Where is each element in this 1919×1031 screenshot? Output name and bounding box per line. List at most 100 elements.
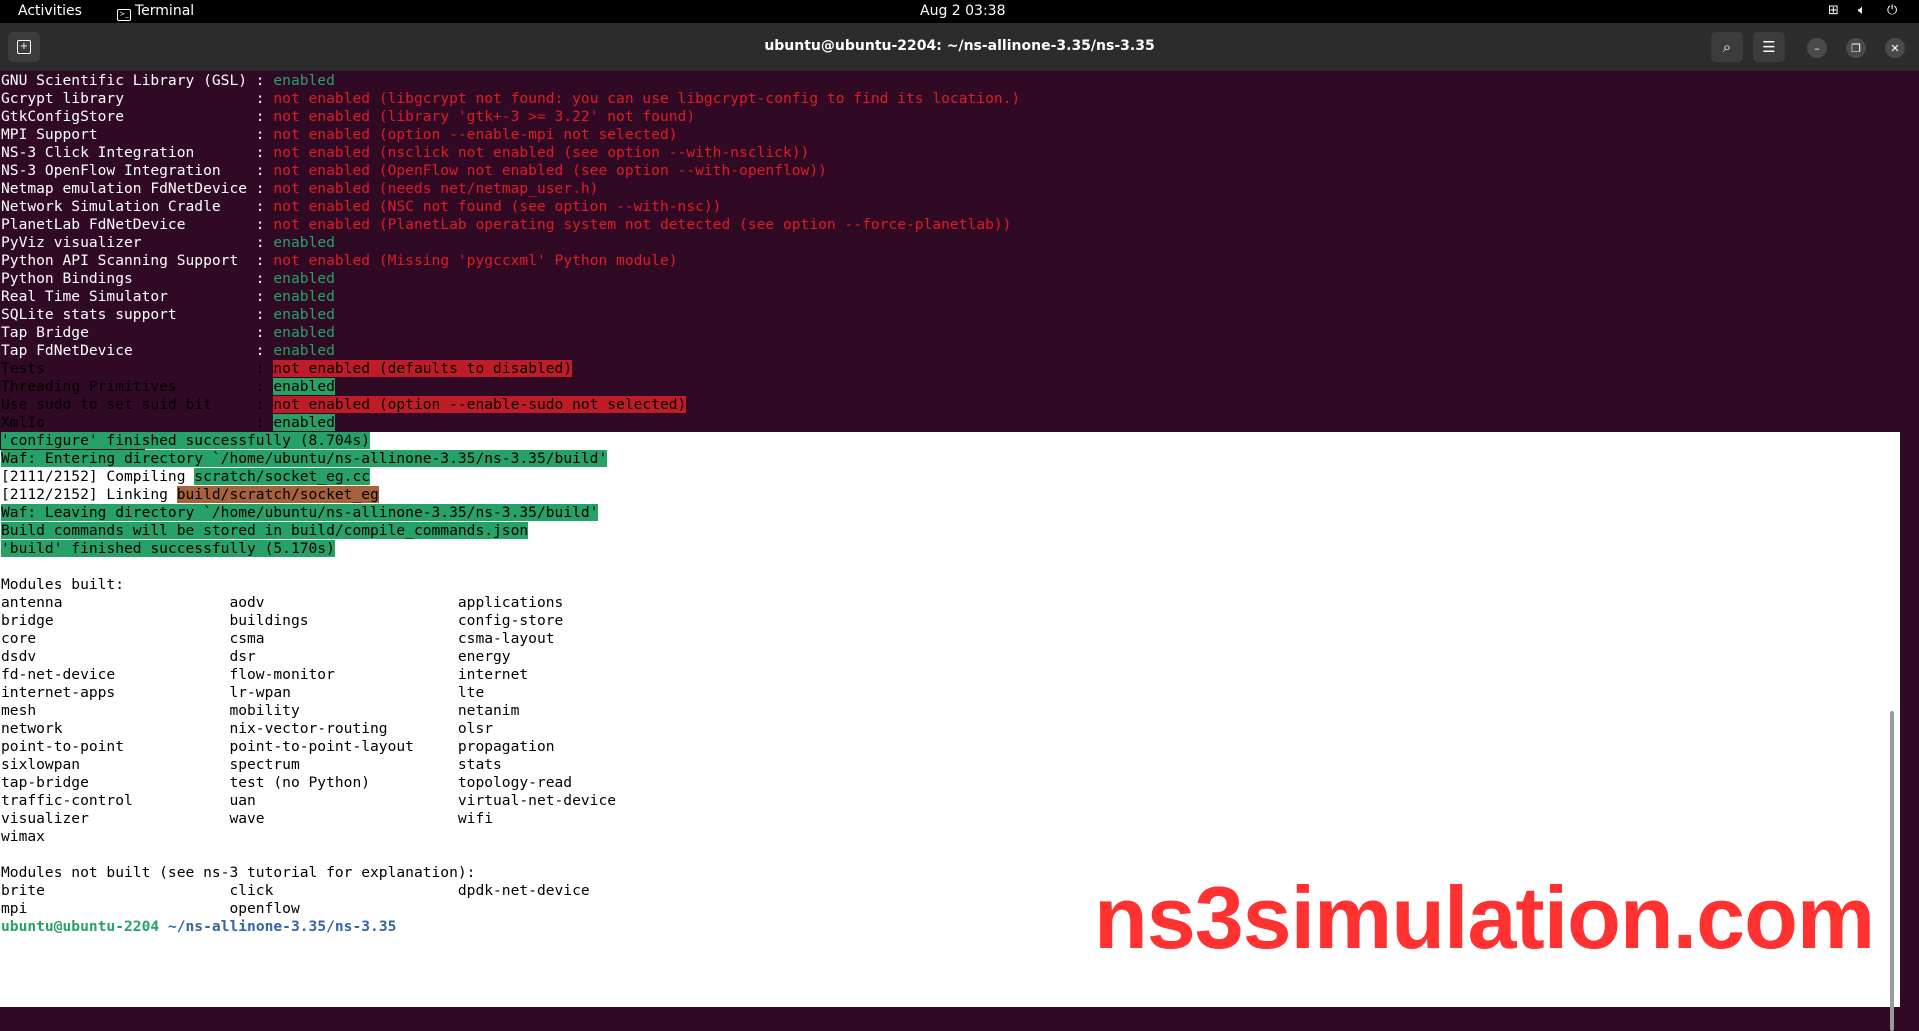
minimize-button[interactable]: – — [1807, 38, 1827, 58]
menu-button[interactable]: ☰ — [1753, 32, 1785, 62]
module-name: brite — [1, 882, 45, 899]
volume-icon[interactable]: 🔈︎ — [1858, 3, 1866, 18]
module-name: aodv — [229, 594, 265, 611]
config-label: GNU Scientific Library (GSL) — [1, 72, 248, 89]
config-label: PlanetLab FdNetDevice — [1, 216, 186, 233]
module-name: wimax — [1, 828, 45, 845]
config-label: Gcrypt library — [1, 90, 125, 107]
module-name: openflow — [229, 900, 300, 917]
config-label: MPI Support — [1, 126, 98, 143]
module-name: traffic-control — [1, 792, 133, 809]
config-line: XmlIo : enabled — [1, 414, 335, 432]
module-row: sixlowpan spectrum stats — [1, 756, 502, 774]
module-row: point-to-point point-to-point-layout propa… — [1, 738, 555, 756]
config-line: Network Simulation Cradle : not enabled … — [1, 198, 721, 216]
terminal-output[interactable]: GNU Scientific Library (GSL) : enabled Gc… — [0, 71, 1900, 1031]
module-row: antenna aodv applications — [1, 594, 563, 612]
config-line: Tap Bridge : enabled — [1, 324, 335, 342]
config-label: NS-3 Click Integration — [1, 144, 195, 161]
prompt-symbol: $ — [396, 918, 406, 935]
terminal-app-menu[interactable]: >_ Terminal — [117, 3, 194, 21]
module-name: core — [1, 630, 37, 647]
config-label: Real Time Simulator — [1, 288, 168, 305]
config-status: enabled — [273, 72, 335, 89]
modules-not-built-heading: Modules not built (see ns-3 tutorial for… — [1, 864, 475, 882]
config-status: not enabled (NSC not found (see option -… — [273, 198, 722, 215]
module-name: virtual-net-device — [457, 792, 617, 809]
config-separator: : — [132, 342, 274, 359]
config-status: enabled — [273, 378, 335, 395]
clock[interactable]: Aug 2 03:38 — [920, 3, 1006, 19]
config-line: Tests : not enabled (defaults to disable… — [1, 360, 573, 378]
config-line: GNU Scientific Library (GSL) : enabled — [1, 72, 335, 90]
build-commands-note: Build commands will be stored in build/c… — [1, 522, 529, 540]
config-separator: : — [238, 252, 274, 269]
network-icon[interactable]: ⊞ — [1828, 3, 1839, 18]
compile-line: [2111/2152] Compiling scratch/socket_eg.… — [1, 468, 371, 486]
maximize-button[interactable]: ❐ — [1846, 38, 1866, 58]
config-status: enabled — [273, 306, 335, 323]
window-title: ubuntu@ubuntu-2204: ~/ns-allinone-3.35/n… — [764, 38, 1155, 54]
module-name: flow-monitor — [229, 666, 335, 683]
minimize-icon: – — [1814, 41, 1820, 55]
config-label: Python API Scanning Support — [1, 252, 239, 269]
compile-file: scratch/socket_eg.cc — [194, 468, 371, 485]
module-name: mpi — [1, 900, 28, 917]
module-row: traffic-control uan virtual-net-device — [1, 792, 616, 810]
config-status: enabled — [273, 414, 335, 431]
module-name: config-store — [457, 612, 564, 629]
module-row: dsdv dsr energy — [1, 648, 511, 666]
activities-button[interactable]: Activities — [18, 3, 82, 19]
power-icon[interactable]: ⏻ — [1887, 3, 1897, 18]
config-separator: : — [44, 414, 274, 431]
module-name: dpdk-net-device — [457, 882, 590, 899]
config-status: not enabled (PlanetLab operating system … — [273, 216, 1012, 233]
config-separator: : — [185, 216, 274, 233]
config-separator: : — [124, 90, 274, 107]
modules-not-built-heading: Modules not built (see ns-3 tutorial for… — [1, 864, 476, 881]
config-separator: : — [247, 180, 274, 197]
module-row: bridge buildings config-store — [1, 612, 563, 630]
config-label: Tap Bridge — [1, 324, 89, 341]
module-name: csma — [229, 630, 265, 647]
config-status: enabled — [273, 324, 335, 341]
module-name: point-to-point-layout — [229, 738, 414, 755]
system-top-bar: Activities >_ Terminal Aug 2 03:38 ⊞ 🔈︎ ⏻ — [0, 0, 1919, 23]
compile-prefix: [2111/2152] Compiling — [1, 468, 195, 485]
config-status: enabled — [273, 288, 335, 305]
config-line: PlanetLab FdNetDevice : not enabled (Pla… — [1, 216, 1011, 234]
module-name: mobility — [229, 702, 300, 719]
config-label: Use sudo to set suid bit — [1, 396, 212, 413]
module-name: click — [229, 882, 274, 899]
module-name: propagation — [457, 738, 555, 755]
module-row: mesh mobility netanim — [1, 702, 519, 720]
config-label: NS-3 OpenFlow Integration — [1, 162, 221, 179]
module-name: stats — [457, 756, 502, 773]
modules-built-heading: Modules built: — [1, 576, 125, 593]
config-line: Tap FdNetDevice : enabled — [1, 342, 335, 360]
build-finished: 'build' finished successfully (5.170s) — [1, 540, 335, 558]
search-icon: ⌕ — [1722, 38, 1732, 56]
config-line: Use sudo to set suid bit : not enabled (… — [1, 396, 687, 414]
module-row: core csma csma-layout — [1, 630, 555, 648]
module-row: mpi openflow — [1, 900, 458, 918]
waf-leaving: Waf: Leaving directory `/home/ubuntu/ns-… — [1, 504, 599, 522]
prompt-path: ~/ns-allinone-3.35/ns-3.35 — [167, 918, 397, 935]
configure-finished: 'configure' finished successfully (8.704… — [1, 432, 371, 450]
build-commands-note: Build commands will be stored in build/c… — [1, 522, 529, 539]
scrollbar[interactable] — [1890, 711, 1894, 1031]
module-name: point-to-point — [1, 738, 125, 755]
module-name: visualizer — [1, 810, 89, 827]
terminal-title-bar: + ubuntu@ubuntu-2204: ~/ns-allinone-3.35… — [0, 23, 1919, 71]
search-button[interactable]: ⌕ — [1711, 32, 1743, 62]
prompt-separator: : — [159, 918, 168, 935]
config-line: GtkConfigStore : not enabled (library 'g… — [1, 108, 695, 126]
module-row: internet-apps lr-wpan lte — [1, 684, 484, 702]
prompt-user-host: ubuntu@ubuntu-2204 — [1, 918, 160, 935]
config-label: SQLite stats support — [1, 306, 177, 323]
module-name: olsr — [457, 720, 494, 737]
waf-leaving: Waf: Leaving directory `/home/ubuntu/ns-… — [1, 504, 599, 521]
module-name: lte — [457, 684, 485, 701]
hamburger-icon: ☰ — [1762, 38, 1776, 56]
close-button[interactable]: ✕ — [1885, 38, 1905, 58]
